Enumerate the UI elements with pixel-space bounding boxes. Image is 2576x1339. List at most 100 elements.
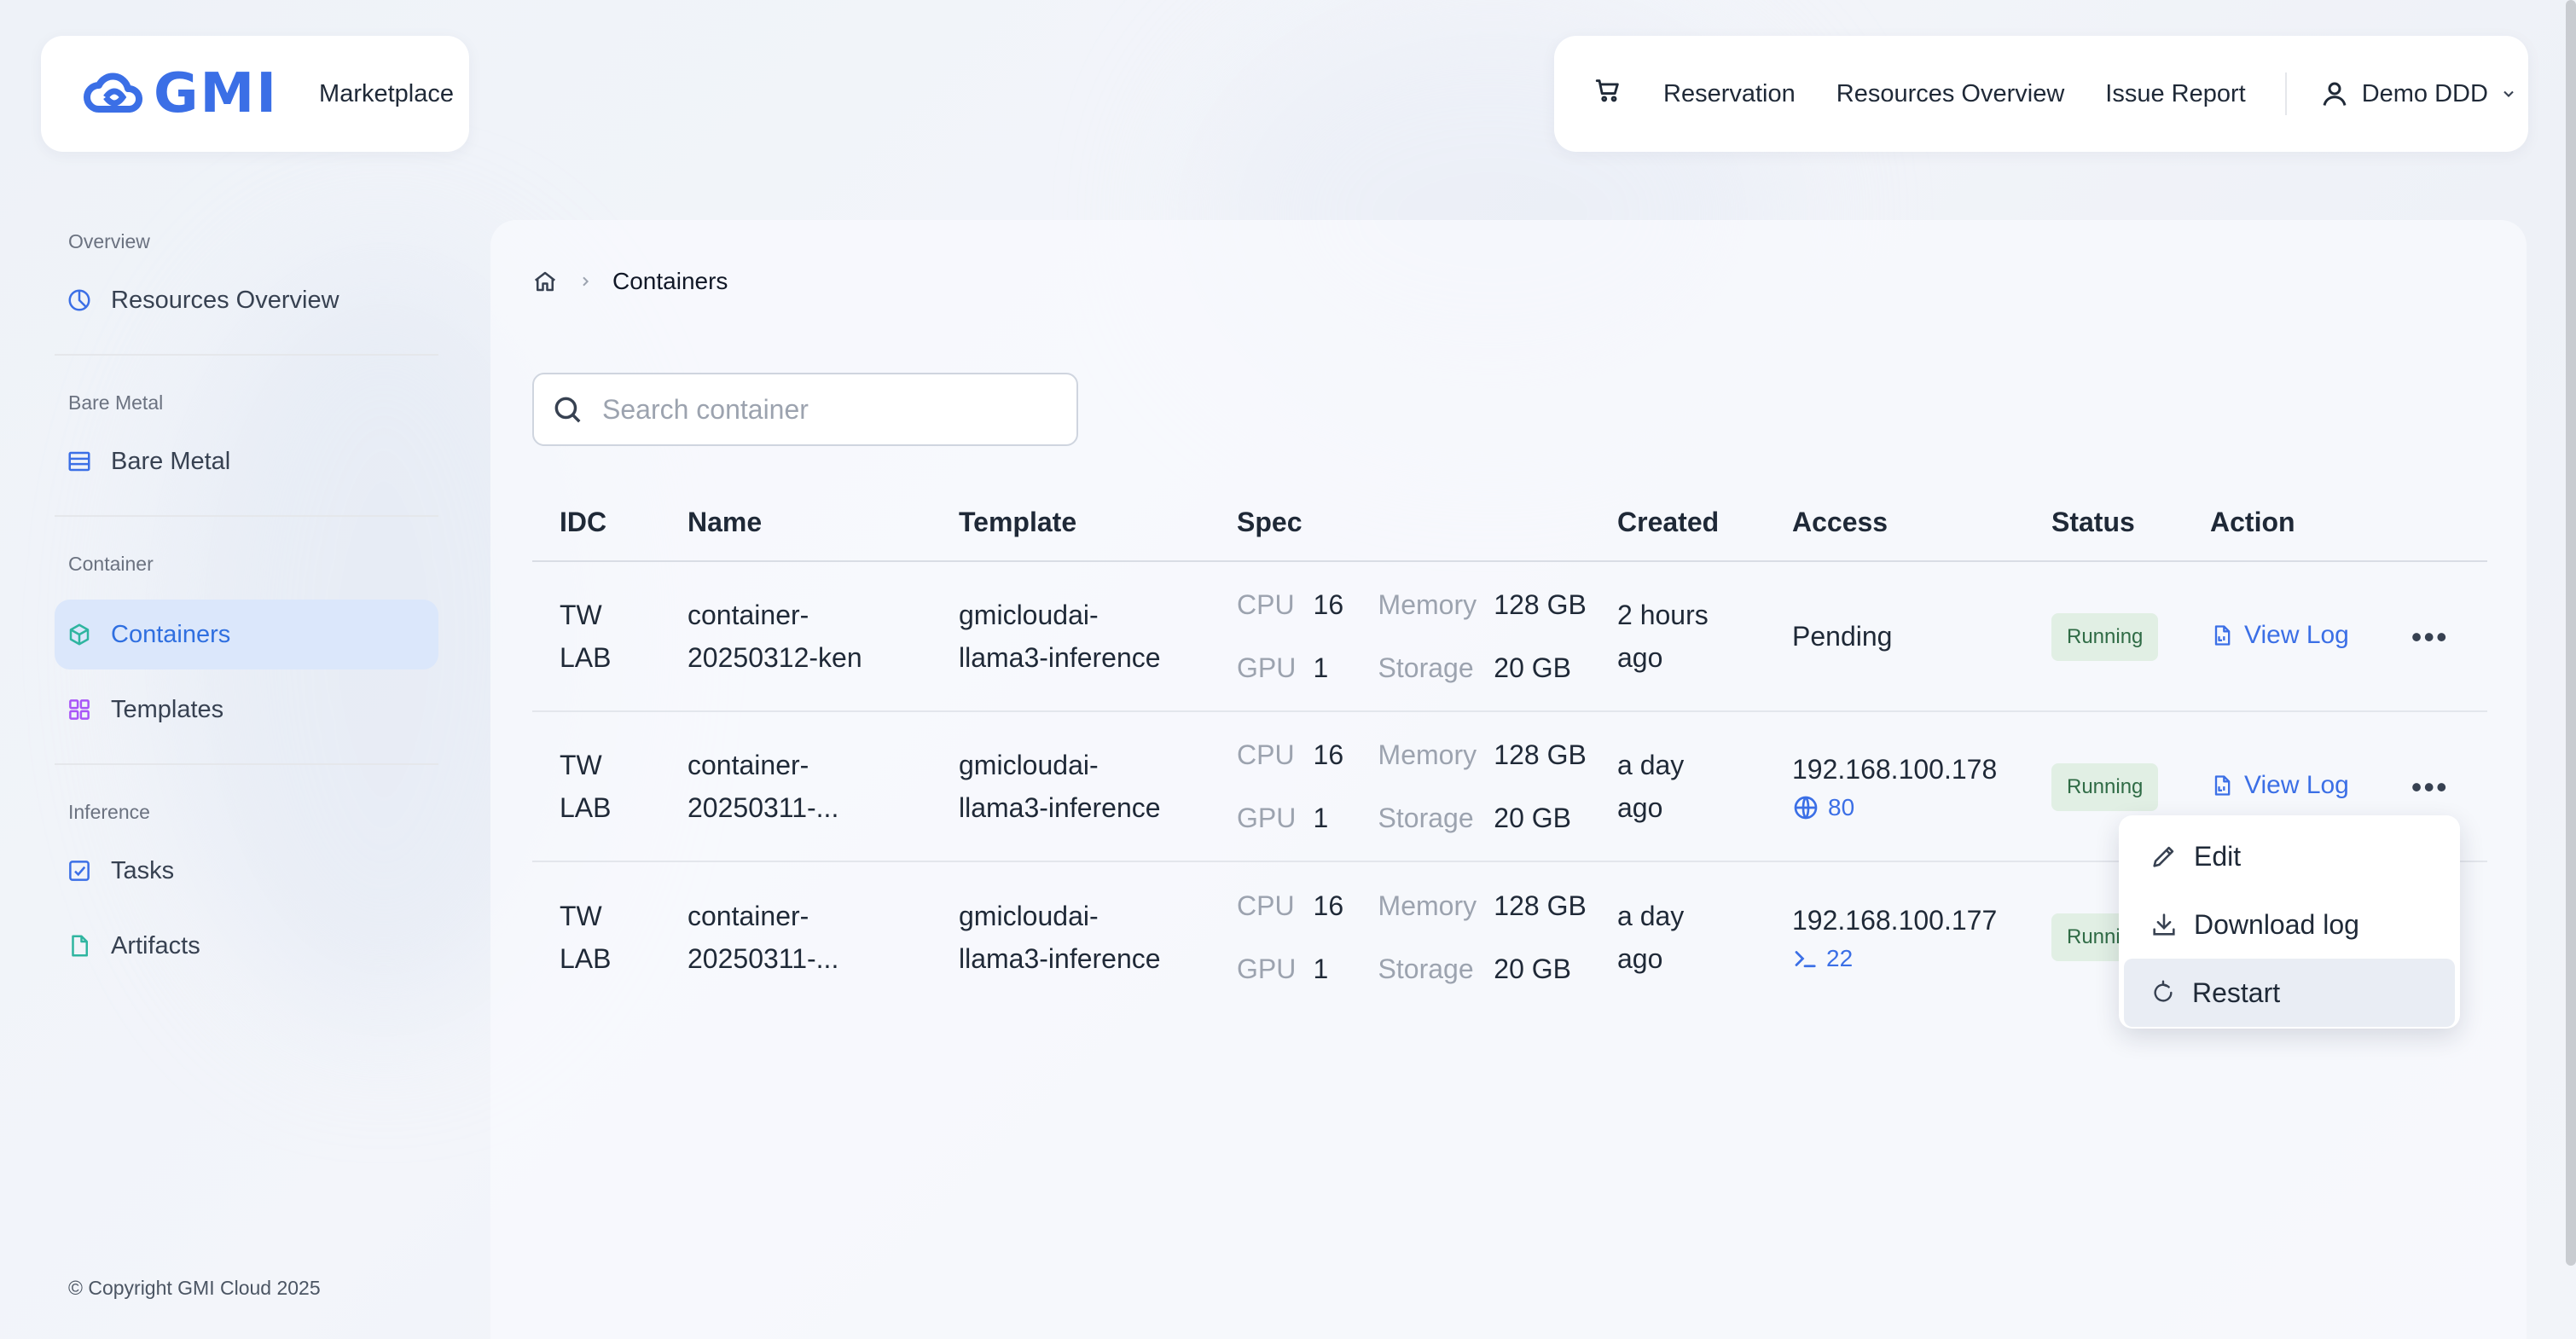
- grid-icon: [69, 699, 90, 720]
- breadcrumb: Containers: [532, 268, 728, 295]
- cell-idc: TW LAB: [532, 711, 660, 862]
- logo-text: GMI: [154, 62, 279, 125]
- spec-cpu: 16: [1313, 890, 1344, 921]
- view-log-button[interactable]: View Log: [2210, 614, 2349, 657]
- spec-label-memory: Memory: [1378, 739, 1477, 770]
- table-header-row: IDC Name Template Spec Created Access St…: [532, 484, 2487, 562]
- cell-name[interactable]: container- 20250311-...: [660, 861, 931, 1011]
- sidebar-item-resources-overview[interactable]: Resources Overview: [55, 265, 438, 335]
- menu-item-restart[interactable]: Restart: [2124, 959, 2455, 1027]
- nav-resources-overview[interactable]: Resources Overview: [1836, 80, 2065, 108]
- cell-access: 192.168.100.178 80: [1765, 711, 2024, 862]
- sidebar-item-label: Tasks: [111, 856, 175, 884]
- access-port-link[interactable]: 22: [1792, 942, 2024, 976]
- sidebar-divider: [55, 515, 438, 517]
- sidebar-item-label: Bare Metal: [111, 447, 231, 475]
- cell-access: 192.168.100.177 22: [1765, 861, 2024, 1011]
- access-port-link[interactable]: 80: [1792, 791, 2024, 825]
- column-header-name[interactable]: Name: [660, 484, 931, 562]
- sidebar-item-label: Containers: [111, 620, 231, 648]
- cell-template: gmicloudai-llama3-inference: [959, 900, 1161, 974]
- sidebar-item-artifacts[interactable]: Artifacts: [55, 911, 438, 981]
- marketplace-link[interactable]: Marketplace: [319, 80, 454, 108]
- spec-gpu: 1: [1313, 953, 1329, 984]
- brand-card: GMI Marketplace: [41, 36, 469, 152]
- table-row[interactable]: TW LAB container- 20250312-ken gmicloudai-…: [532, 561, 2487, 712]
- spec-label-gpu: GPU: [1237, 803, 1297, 833]
- user-icon: [2323, 82, 2347, 106]
- view-log-button[interactable]: View Log: [2210, 764, 2349, 807]
- column-header-idc[interactable]: IDC: [532, 484, 660, 562]
- cell-name[interactable]: container- 20250312-ken: [660, 561, 931, 712]
- globe-icon: [1794, 796, 1818, 820]
- spec-memory: 128 GB: [1494, 739, 1587, 770]
- terminal-icon: [1795, 950, 1816, 967]
- section-label-container: Container: [68, 553, 154, 575]
- pencil-icon: [2153, 846, 2174, 867]
- view-log-label: View Log: [2244, 770, 2349, 799]
- sidebar-divider: [55, 354, 438, 356]
- menu-item-edit[interactable]: Edit: [2124, 822, 2455, 890]
- page-scrollbar[interactable]: [2566, 0, 2576, 1266]
- section-label-overview: Overview: [68, 230, 150, 252]
- column-header-action: Action: [2183, 484, 2487, 562]
- status-badge: Running: [2051, 762, 2159, 811]
- spec-storage: 20 GB: [1494, 953, 1571, 984]
- sidebar-item-bare-metal[interactable]: Bare Metal: [55, 426, 438, 496]
- copyright: © Copyright GMI Cloud 2025: [68, 1277, 321, 1299]
- spec-label-cpu: CPU: [1237, 890, 1295, 921]
- cell-template: gmicloudai-llama3-inference: [931, 711, 1210, 862]
- file-icon: [72, 935, 88, 957]
- menu-item-download-log[interactable]: Download log: [2124, 890, 2455, 959]
- cart-icon[interactable]: [1593, 76, 1622, 112]
- sidebar-divider: [55, 763, 438, 765]
- cell-template: gmicloudai-llama3-inference: [931, 561, 1210, 712]
- spec-gpu: 1: [1313, 803, 1329, 833]
- column-header-created[interactable]: Created: [1590, 484, 1765, 562]
- cell-created: 2 hours ago: [1590, 561, 1765, 712]
- log-file-icon: [2214, 774, 2231, 796]
- spec-label-memory: Memory: [1378, 890, 1477, 921]
- cell-spec: CPU 16 Memory 128 GB GPU 1 Storage 20 GB: [1210, 711, 1590, 862]
- access-value: 192.168.100.177: [1792, 904, 1998, 936]
- access-port: 22: [1826, 944, 1854, 971]
- column-header-status[interactable]: Status: [2024, 484, 2183, 562]
- access-value: 192.168.100.178: [1792, 754, 1998, 785]
- more-options-icon[interactable]: •••: [2411, 616, 2449, 658]
- column-header-template[interactable]: Template: [931, 484, 1210, 562]
- cloud-logo-icon: [84, 72, 142, 113]
- spec-storage: 20 GB: [1494, 652, 1571, 683]
- sidebar-item-containers[interactable]: Containers: [55, 600, 438, 670]
- view-log-label: View Log: [2244, 620, 2349, 649]
- column-header-spec[interactable]: Spec: [1210, 484, 1590, 562]
- gmi-logo[interactable]: GMI: [80, 62, 278, 125]
- row-actions-menu: Edit Download log Restart: [2119, 815, 2460, 1029]
- server-icon: [68, 451, 90, 472]
- column-header-access[interactable]: Access: [1765, 484, 2024, 562]
- chevron-down-icon: [2503, 90, 2514, 97]
- access-value: Pending: [1792, 621, 1893, 652]
- nav-issue-report[interactable]: Issue Report: [2105, 80, 2245, 108]
- more-options-icon[interactable]: •••: [2411, 766, 2449, 809]
- user-menu[interactable]: Demo DDD: [2319, 78, 2517, 109]
- spec-memory: 128 GB: [1494, 589, 1587, 620]
- sidebar-item-templates[interactable]: Templates: [55, 675, 438, 745]
- search-box: [532, 373, 1078, 446]
- access-port: 80: [1828, 794, 1855, 820]
- section-label-inference: Inference: [68, 801, 150, 823]
- cube-icon: [69, 623, 90, 646]
- sidebar-item-label: Resources Overview: [111, 286, 339, 314]
- home-icon[interactable]: [532, 269, 558, 294]
- restart-icon: [2154, 980, 2173, 1002]
- sidebar-item-label: Templates: [111, 695, 224, 723]
- chevron-right-icon: [583, 276, 589, 287]
- cell-action: View Log •••: [2183, 561, 2487, 712]
- breadcrumb-current: Containers: [612, 268, 728, 294]
- cell-name[interactable]: container- 20250311-...: [660, 711, 931, 862]
- nav-reservation[interactable]: Reservation: [1663, 80, 1796, 108]
- cell-idc: TW LAB: [560, 900, 612, 974]
- search-icon: [554, 397, 581, 423]
- sidebar-item-tasks[interactable]: Tasks: [55, 836, 438, 906]
- spec-gpu: 1: [1313, 652, 1329, 683]
- search-input[interactable]: [602, 393, 1029, 426]
